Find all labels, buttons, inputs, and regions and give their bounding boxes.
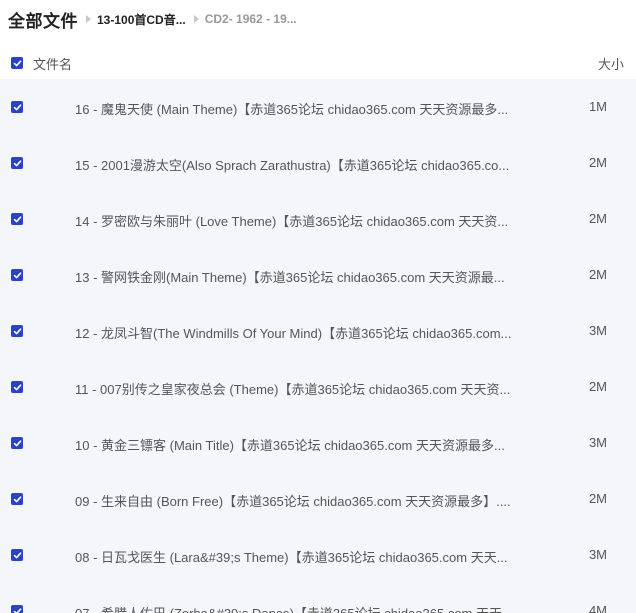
file-checkbox[interactable] (11, 493, 23, 505)
file-list: 16 - 魔鬼天使 (Main Theme)【赤道365论坛 chidao365… (0, 79, 636, 613)
file-size: 3M (588, 323, 607, 338)
column-header-size[interactable]: 大小 (598, 54, 624, 73)
check-icon (13, 103, 21, 110)
file-name[interactable]: 08 - 日瓦戈医生 (Lara&#39;s Theme)【赤道365论坛 ch… (75, 547, 508, 566)
file-checkbox[interactable] (11, 437, 23, 449)
file-size: 2M (588, 379, 607, 394)
file-checkbox[interactable] (11, 325, 23, 337)
file-name[interactable]: 07 - 希腊人佐巴 (Zorba&#39;s Dance)【赤道365论坛 c… (75, 603, 513, 613)
file-size: 3M (588, 435, 607, 450)
file-size: 2M (588, 155, 607, 170)
check-icon (13, 551, 21, 558)
file-checkbox[interactable] (11, 157, 23, 169)
file-name[interactable]: 14 - 罗密欧与朱丽叶 (Love Theme)【赤道365论坛 chidao… (75, 211, 508, 230)
file-row[interactable]: 16 - 魔鬼天使 (Main Theme)【赤道365论坛 chidao365… (0, 79, 636, 135)
check-icon (13, 215, 21, 222)
list-header: 文件名 大小 (0, 44, 636, 78)
file-size: 2M (588, 491, 607, 506)
check-icon (13, 59, 21, 66)
file-checkbox[interactable] (11, 549, 23, 561)
check-icon (13, 495, 21, 502)
file-name[interactable]: 13 - 警网铁金刚(Main Theme)【赤道365论坛 chidao365… (75, 267, 505, 286)
file-row[interactable]: 08 - 日瓦戈医生 (Lara&#39;s Theme)【赤道365论坛 ch… (0, 527, 636, 583)
file-browser: 全部文件 13-100首CD音... CD2- 1962 - 19... 文件名… (0, 0, 636, 613)
column-header-name[interactable]: 文件名 (33, 54, 72, 73)
check-icon (13, 607, 21, 613)
file-row[interactable]: 09 - 生来自由 (Born Free)【赤道365论坛 chidao365.… (0, 471, 636, 527)
file-checkbox[interactable] (11, 381, 23, 393)
file-row[interactable]: 11 - 007别传之皇家夜总会 (Theme)【赤道365论坛 chidao3… (0, 359, 636, 415)
file-size: 4M (588, 603, 607, 613)
breadcrumb-item-current: CD2- 1962 - 19... (204, 12, 297, 26)
file-name[interactable]: 16 - 魔鬼天使 (Main Theme)【赤道365论坛 chidao365… (75, 99, 508, 118)
check-icon (13, 159, 21, 166)
file-name[interactable]: 12 - 龙凤斗智(The Windmills Of Your Mind)【赤道… (75, 323, 511, 342)
file-row[interactable]: 15 - 2001漫游太空(Also Sprach Zarathustra)【赤… (0, 135, 636, 191)
file-name[interactable]: 11 - 007别传之皇家夜总会 (Theme)【赤道365论坛 chidao3… (75, 379, 510, 398)
breadcrumb-root[interactable]: 全部文件 (8, 7, 78, 32)
breadcrumb-item-folder[interactable]: 13-100首CD音... (97, 11, 186, 28)
file-size: 1M (588, 99, 607, 114)
file-name[interactable]: 15 - 2001漫游太空(Also Sprach Zarathustra)【赤… (75, 155, 509, 174)
file-name[interactable]: 10 - 黄金三镖客 (Main Title)【赤道365论坛 chidao36… (75, 435, 505, 454)
file-size: 2M (588, 267, 607, 282)
check-icon (13, 383, 21, 390)
check-icon (13, 327, 21, 334)
breadcrumb-separator-icon (193, 15, 199, 23)
file-size: 3M (588, 547, 607, 562)
file-checkbox[interactable] (11, 213, 23, 225)
file-row[interactable]: 14 - 罗密欧与朱丽叶 (Love Theme)【赤道365论坛 chidao… (0, 191, 636, 247)
file-checkbox[interactable] (11, 101, 23, 113)
file-row[interactable]: 10 - 黄金三镖客 (Main Title)【赤道365论坛 chidao36… (0, 415, 636, 471)
file-row[interactable]: 07 - 希腊人佐巴 (Zorba&#39;s Dance)【赤道365论坛 c… (0, 583, 636, 613)
file-row[interactable]: 12 - 龙凤斗智(The Windmills Of Your Mind)【赤道… (0, 303, 636, 359)
check-icon (13, 271, 21, 278)
select-all-checkbox[interactable] (11, 57, 23, 69)
file-size: 2M (588, 211, 607, 226)
file-row[interactable]: 13 - 警网铁金刚(Main Theme)【赤道365论坛 chidao365… (0, 247, 636, 303)
breadcrumb: 全部文件 13-100首CD音... CD2- 1962 - 19... (0, 0, 636, 38)
check-icon (13, 439, 21, 446)
file-checkbox[interactable] (11, 269, 23, 281)
file-checkbox[interactable] (11, 605, 23, 613)
breadcrumb-separator-icon (86, 15, 91, 23)
file-name[interactable]: 09 - 生来自由 (Born Free)【赤道365论坛 chidao365.… (75, 491, 511, 510)
